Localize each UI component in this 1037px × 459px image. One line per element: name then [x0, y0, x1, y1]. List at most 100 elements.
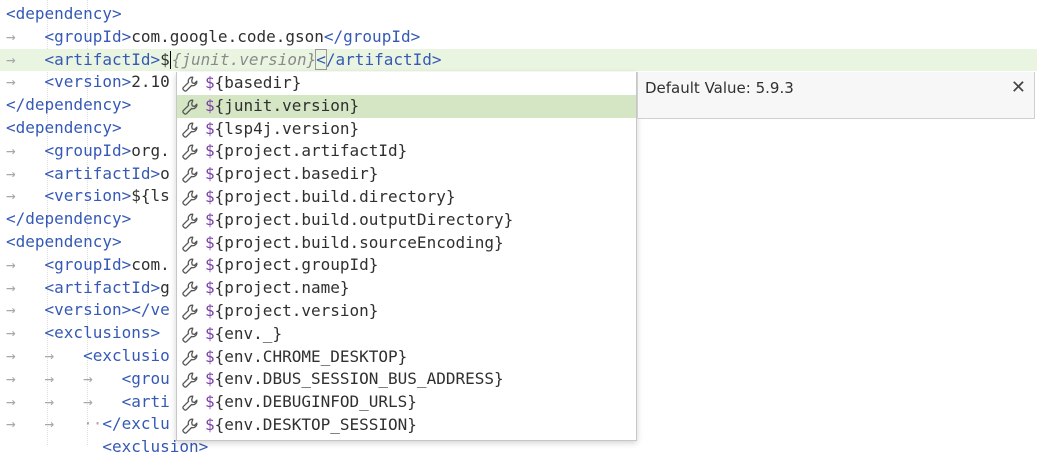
completion-prefix: $	[205, 73, 215, 92]
completion-label: {env._}	[214, 323, 283, 343]
completion-label: {env.DESKTOP_SESSION}	[214, 414, 417, 434]
completion-item[interactable]: ${env.DBUS_SESSION_BUS_ADDRESS}	[177, 368, 636, 391]
whitespace-marker: →	[6, 72, 45, 92]
wrench-icon	[182, 395, 198, 411]
wrench-icon	[182, 144, 198, 161]
xml-tag: <dependency>	[6, 4, 122, 23]
xml-tag: </groupId>	[323, 26, 421, 46]
close-icon[interactable]: ✕	[1011, 77, 1026, 98]
completion-label: {env.DEBUGINFOD_URLS}	[214, 392, 417, 412]
completion-item[interactable]: ${env._}	[177, 323, 636, 346]
xml-tag: <artifactId>	[44, 163, 161, 183]
element-text: 2.10	[131, 72, 170, 92]
completion-label: {env.CHROME_DESKTOP}	[214, 346, 408, 366]
completion-item[interactable]: ${env.DESKTOP_SESSION}	[177, 414, 636, 437]
wrench-icon	[182, 190, 198, 206]
xml-tag: <version>	[44, 186, 132, 206]
whitespace-marker: →	[6, 186, 45, 206]
whitespace-marker: →	[6, 277, 45, 297]
wrench-icon	[182, 418, 198, 434]
element-text: g	[160, 277, 170, 297]
whitespace-marker: → →	[6, 346, 84, 365]
completion-prefix: $	[205, 346, 215, 366]
wrench-icon	[182, 213, 198, 229]
element-text: com.	[131, 254, 170, 274]
completion-label: {project.build.sourceEncoding}	[214, 232, 504, 252]
whitespace-marker: →	[6, 323, 45, 343]
wrench-icon	[182, 281, 198, 297]
xml-tag: <	[315, 48, 327, 70]
whitespace-marker: → → →	[6, 391, 122, 411]
element-text: com.google.code.gson	[131, 26, 324, 46]
completion-label: {project.groupId}	[214, 255, 379, 275]
wrench-icon	[182, 167, 198, 183]
xml-tag: <artifactId>	[44, 49, 161, 69]
completion-label: {basedir}	[214, 73, 302, 92]
completion-prefix: $	[205, 209, 215, 229]
completion-label: {project.basedir}	[214, 164, 379, 184]
completion-prefix: $	[205, 392, 215, 412]
element-text: ${ls	[131, 186, 170, 206]
wrench-icon	[182, 236, 198, 252]
text-caret	[169, 51, 171, 70]
completion-prefix: $	[205, 164, 215, 184]
element-text: org.	[131, 140, 170, 160]
whitespace-marker: → → →	[6, 368, 122, 388]
completion-prefix: $	[205, 300, 215, 320]
default-value-text: Default Value: 5.9.3	[645, 79, 794, 97]
xml-tag: /artifactId>	[325, 49, 442, 69]
xml-tag: <groupId>	[44, 140, 132, 160]
xml-tag: <version>	[44, 72, 132, 92]
completion-item[interactable]: ${env.CHROME_DESKTOP}	[177, 346, 636, 369]
xml-tag: <arti	[121, 391, 170, 411]
completion-item[interactable]: ${project.artifactId}	[177, 140, 636, 163]
completion-item[interactable]: ${project.groupId}	[177, 254, 636, 277]
completion-item[interactable]: ${project.version}	[177, 300, 636, 323]
xml-tag: </dependency>	[6, 95, 132, 115]
code-line[interactable]: <dependency>	[0, 3, 1037, 26]
element-text: $	[160, 49, 170, 69]
completion-label: {project.name}	[214, 278, 350, 298]
documentation-popup: Default Value: 5.9.3 ✕	[637, 72, 1035, 119]
completion-prefix: $	[205, 232, 215, 252]
wrench-icon	[182, 372, 198, 389]
wrench-icon	[182, 122, 198, 138]
code-line[interactable]: → <artifactId>$ {junit.version}</artifact…	[0, 48, 1037, 72]
xml-tag: </exclu	[102, 414, 170, 434]
completion-item[interactable]: ${env.DEBUGINFOD_URLS}	[177, 391, 636, 414]
completion-item[interactable]: ${project.build.directory}	[177, 186, 636, 209]
xml-tag: <artifactId>	[44, 277, 161, 297]
xml-tag: <exclusions>	[44, 323, 161, 343]
completion-item[interactable]: ${project.build.outputDirectory}	[177, 209, 636, 232]
code-line[interactable]: → <groupId>com.google.code.gson</groupId…	[0, 26, 1037, 49]
xml-tag: <exclusio	[83, 346, 170, 365]
completion-item[interactable]: ${project.name}	[177, 277, 636, 300]
completion-item[interactable]: ${junit.version}	[177, 94, 636, 118]
whitespace-marker: →	[6, 26, 45, 46]
completion-label: {project.build.directory}	[214, 186, 456, 206]
wrench-icon	[182, 327, 198, 343]
element-text: o	[160, 163, 170, 183]
xml-tag: <grou	[121, 368, 170, 388]
wrench-icon	[182, 99, 198, 115]
completion-prefix: $	[205, 186, 215, 206]
completion-item[interactable]: ${basedir}	[177, 72, 636, 95]
completion-prefix: $	[205, 141, 215, 161]
completion-prefix: $	[205, 255, 215, 275]
completion-prefix: $	[205, 369, 215, 389]
whitespace-marker: → → ··	[6, 414, 103, 434]
xml-tag: <dependency>	[6, 232, 122, 251]
wrench-icon	[182, 258, 198, 275]
completion-prefix: $	[205, 95, 215, 115]
completion-item[interactable]: ${lsp4j.version}	[177, 118, 636, 141]
xml-tag: <groupId>	[44, 26, 132, 46]
inline-hint: {junit.version}	[171, 49, 317, 69]
completion-label: {project.artifactId}	[214, 141, 408, 161]
wrench-icon	[182, 350, 198, 366]
completion-popup[interactable]: ${basedir} ${junit.version} ${lsp4j.versio…	[176, 72, 637, 441]
completion-item[interactable]: ${project.build.sourceEncoding}	[177, 232, 636, 255]
completion-item[interactable]: ${project.basedir}	[177, 163, 636, 186]
completion-label: {junit.version}	[214, 95, 360, 115]
xml-tag: <version></ve	[44, 300, 170, 320]
whitespace-marker: →	[6, 300, 45, 320]
